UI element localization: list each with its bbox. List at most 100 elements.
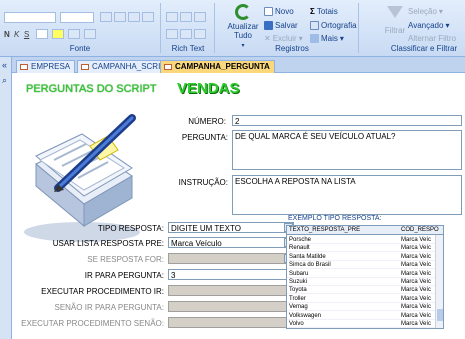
tab-empresa[interactable]: EMPRESA <box>16 60 76 73</box>
list-item[interactable]: Suzuki Marca Veíc <box>287 278 437 286</box>
list-item[interactable]: Porsche Marca Veíc <box>287 236 437 244</box>
executar-senao-label: EXECUTAR PROCEDIMENTO SENÃO: <box>21 319 164 328</box>
refresh-all-button[interactable]: Atualizar Tudo ▾ <box>226 4 260 49</box>
new-record-icon <box>264 7 273 16</box>
list-cell-cod: Marca Veíc <box>401 321 432 327</box>
list-cell-texto: Santa Matilde <box>289 253 326 260</box>
delete-icon: ✕ <box>264 34 271 43</box>
toggle-filter-button[interactable]: Alternar Filtro <box>408 33 456 44</box>
list-cell-cod: Marca Veíc <box>401 253 432 260</box>
filter-button[interactable]: Filtrar <box>383 6 407 44</box>
outdent-icon[interactable] <box>180 12 192 22</box>
group-label-classificar: Classificar e Filtrar <box>390 44 458 53</box>
list-cell-cod: Marca Veíc <box>401 304 432 311</box>
list-cell-cod: Marca Veíc <box>401 295 432 302</box>
se-resposta-label: SE RESPOSTA FOR: <box>87 255 164 264</box>
align-center-icon[interactable] <box>114 12 126 22</box>
list-item[interactable]: Toyota Marca Veíc <box>287 286 437 295</box>
more-button[interactable]: Mais ▾ <box>310 33 344 44</box>
numbering-icon[interactable] <box>180 29 192 39</box>
align-left-icon[interactable] <box>100 12 112 22</box>
refresh-icon <box>235 4 251 20</box>
list-cell-cod: Marca Veíc <box>401 237 432 243</box>
expand-nav-icon[interactable]: « <box>2 60 7 70</box>
list-item[interactable]: Subaru Marca Veíc <box>287 270 437 278</box>
list-cell-texto: Volvo <box>289 321 304 327</box>
spelling-button[interactable]: Ortografia <box>310 20 357 31</box>
executar-ir-field[interactable] <box>168 285 294 296</box>
list-cell-cod: Marca Veíc <box>401 279 432 285</box>
scrollbar-thumb[interactable] <box>437 309 443 321</box>
align-right-icon[interactable] <box>128 12 140 22</box>
delete-button[interactable]: ✕ Excluir ▾ <box>264 33 303 44</box>
group-separator <box>160 3 161 53</box>
list-header: TEXTO_RESPOSTA_PRE COD_RESPO <box>287 226 443 235</box>
tab-campanha-pergunta[interactable]: CAMPANHA_PERGUNTA <box>160 60 275 73</box>
indent-icon[interactable] <box>166 12 178 22</box>
justify-icon[interactable] <box>142 12 154 22</box>
clear-sort-icon[interactable] <box>362 32 374 42</box>
font-name-dropdown[interactable] <box>4 12 56 23</box>
column-header[interactable]: COD_RESPO <box>401 226 439 234</box>
instrucao-field[interactable]: ESCOLHA A REPOSTA NA LISTA <box>232 175 462 215</box>
title-script: PERGUNTAS DO SCRIPT <box>26 83 157 95</box>
group-separator <box>214 3 215 53</box>
senao-ir-field[interactable] <box>168 301 294 312</box>
rtl-icon[interactable] <box>194 12 206 22</box>
list-cell-texto: Volkswagen <box>289 312 322 319</box>
document-pen-icon <box>24 114 140 242</box>
selection-button[interactable]: Seleção ▾ <box>408 6 443 17</box>
gridlines-icon[interactable] <box>68 29 80 39</box>
list-cell-texto: Suzuki <box>289 279 308 285</box>
ir-para-field[interactable]: 3 <box>168 269 294 280</box>
new-record-button[interactable]: Novo <box>264 6 294 17</box>
underline-button[interactable]: S <box>24 29 29 40</box>
italic-button[interactable]: K <box>14 29 19 40</box>
form-icon <box>20 64 28 70</box>
numero-label: NÚMERO: <box>188 117 226 126</box>
list-cell-cod: Marca Veíc <box>401 287 432 294</box>
group-label-registros: Registros <box>275 44 309 53</box>
list-item[interactable]: Vemag Marca Veíc <box>287 303 437 312</box>
senao-ir-label: SENÃO IR PARA PERGUNTA: <box>54 303 164 312</box>
line-spacing-icon[interactable] <box>194 29 206 39</box>
document-tabs: EMPRESA CAMPANHA_SCRIPT CAMPANHA_PERGUNT… <box>12 57 465 73</box>
sort-asc-icon[interactable] <box>362 6 374 16</box>
list-cell-texto: Toyota <box>289 287 307 294</box>
usar-lista-combo[interactable]: Marca Veículo <box>168 237 294 248</box>
list-cell-texto: Renault <box>289 245 310 252</box>
totals-button[interactable]: Σ Totais <box>310 6 338 17</box>
list-cell-texto: Porsche <box>289 237 312 243</box>
tipo-resposta-combo[interactable]: DIGITE UM TEXTO <box>168 222 294 233</box>
list-item[interactable]: Simca do Brasil Marca Veíc <box>287 261 437 270</box>
sort-desc-icon[interactable] <box>362 19 374 29</box>
list-item[interactable]: Volvo Marca Veíc <box>287 320 437 328</box>
chevron-down-icon: ▾ <box>241 43 245 49</box>
exemplo-list[interactable]: TEXTO_RESPOSTA_PRE COD_RESPO Porsche Marc… <box>286 225 444 329</box>
highlight-icon[interactable] <box>52 29 64 39</box>
advanced-button[interactable]: Avançado ▾ <box>408 20 449 31</box>
list-item[interactable]: Troller Marca Veíc <box>287 295 437 303</box>
search-icon[interactable]: ⌕ <box>2 75 7 86</box>
save-button[interactable]: Salvar <box>264 20 298 31</box>
executar-senao-field[interactable] <box>168 317 294 328</box>
list-item[interactable]: Volkswagen Marca Veíc <box>287 312 437 320</box>
list-item[interactable]: Santa Matilde Marca Veíc <box>287 253 437 261</box>
font-color-icon[interactable] <box>36 29 48 39</box>
scrollbar[interactable] <box>435 235 443 328</box>
fill-color-icon[interactable] <box>84 29 96 39</box>
font-size-dropdown[interactable] <box>60 12 94 23</box>
navigation-pane-collapsed[interactable]: « ⌕ <box>0 57 12 339</box>
se-resposta-combo[interactable] <box>168 253 294 264</box>
column-header[interactable]: TEXTO_RESPOSTA_PRE <box>289 226 360 234</box>
tipo-resposta-label: TIPO RESPOSTA: <box>97 224 164 233</box>
list-item[interactable]: Renault Marca Veíc <box>287 244 437 253</box>
bullets-icon[interactable] <box>166 29 178 39</box>
form-icon <box>81 64 89 70</box>
pergunta-field[interactable]: DE QUAL MARCA É SEU VEÍCULO ATUAL? <box>232 130 462 170</box>
bold-button[interactable]: N <box>4 29 10 40</box>
list-cell-cod: Marca Veíc <box>401 245 432 252</box>
numero-field[interactable]: 2 <box>232 115 462 126</box>
instrucao-label: INSTRUÇÃO: <box>178 178 228 187</box>
save-icon <box>264 21 273 30</box>
